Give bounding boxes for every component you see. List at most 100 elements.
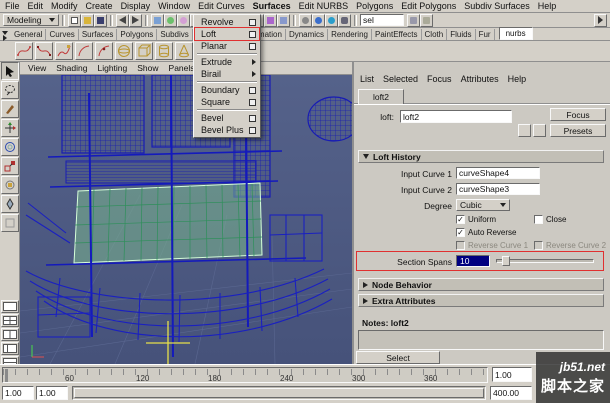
option-box-icon[interactable] — [249, 18, 256, 26]
universal-manip-tool-icon[interactable] — [1, 176, 19, 194]
render-globals-icon[interactable] — [338, 13, 351, 27]
loft-name-field[interactable]: loft2 — [400, 110, 512, 123]
shelf-tab-fur[interactable]: Fur — [476, 29, 495, 40]
separator[interactable] — [145, 14, 148, 26]
show-manip-tool-icon[interactable] — [1, 195, 19, 213]
select-component-icon[interactable] — [177, 13, 190, 27]
menu-polygons[interactable]: Polygons — [356, 1, 393, 11]
lasso-tool-icon[interactable] — [1, 81, 19, 99]
shelf-tab-curves[interactable]: Curves — [46, 29, 79, 40]
menu-display[interactable]: Display — [121, 1, 151, 11]
select-hierarchy-icon[interactable] — [151, 13, 164, 27]
ae-pin-icon[interactable] — [518, 124, 531, 137]
focus-button[interactable]: Focus — [550, 108, 606, 121]
section-spans-field[interactable]: 10 — [456, 255, 490, 267]
menu-set-dropdown[interactable]: Modeling — [3, 14, 59, 26]
shelf-tab-cloth[interactable]: Cloth — [422, 29, 448, 40]
last-tool-icon[interactable] — [1, 214, 19, 232]
input-curve-2-field[interactable]: curveShape3 — [456, 183, 540, 195]
shelf-tab-surfaces[interactable]: Surfaces — [79, 29, 118, 40]
menu-item-loft[interactable]: Loft — [194, 27, 260, 41]
list-input-icon[interactable] — [407, 13, 420, 27]
section-spans-slider-handle[interactable] — [502, 256, 510, 266]
viewport-canvas[interactable] — [19, 74, 361, 365]
menu-item-birail[interactable]: Birail — [195, 68, 259, 80]
time-slider[interactable]: 60 120 180 240 300 360 — [2, 367, 488, 383]
loft-history-section-header[interactable]: Loft History — [358, 150, 604, 163]
menu-file[interactable]: File — [5, 1, 20, 11]
shelf-tab-polygons[interactable]: Polygons — [117, 29, 158, 40]
shelf-arc-3point-icon[interactable] — [95, 42, 113, 60]
uniform-checkbox[interactable]: ✓ Uniform — [456, 215, 496, 224]
auto-reverse-checkbox[interactable]: ✓ Auto Reverse — [456, 228, 516, 237]
shelf-tab-fluids[interactable]: Fluids — [447, 29, 476, 40]
shelf-tab-dynamics[interactable]: Dynamics — [286, 29, 329, 40]
ae-menu-list[interactable]: List — [360, 74, 374, 84]
select-button[interactable]: Select — [356, 351, 440, 364]
new-scene-icon[interactable] — [68, 13, 81, 27]
shelf-tab-subdivs[interactable]: Subdivs — [157, 29, 193, 40]
open-scene-icon[interactable] — [81, 13, 94, 27]
separator[interactable] — [354, 14, 357, 26]
quick-select-field[interactable]: sel — [360, 14, 404, 26]
redo-icon[interactable] — [129, 13, 142, 27]
viewport-menu-lighting[interactable]: Lighting — [97, 63, 127, 73]
menu-edit-polygons[interactable]: Edit Polygons — [401, 1, 456, 11]
menu-create[interactable]: Create — [86, 1, 113, 11]
ae-menu-selected[interactable]: Selected — [383, 74, 418, 84]
separator[interactable] — [293, 14, 296, 26]
menu-edit-nurbs[interactable]: Edit NURBS — [299, 1, 349, 11]
menu-modify[interactable]: Modify — [51, 1, 78, 11]
shelf-nurbs-cube-icon[interactable] — [135, 42, 153, 60]
shelf-cv-curve-icon[interactable] — [15, 42, 33, 60]
separator[interactable] — [62, 14, 65, 26]
degree-dropdown[interactable]: Cubic — [456, 199, 510, 211]
input-curve-1-field[interactable]: curveShape4 — [456, 167, 540, 179]
construction-history-icon[interactable] — [299, 13, 312, 27]
collapse-statusline-icon[interactable] — [594, 13, 607, 27]
range-slider-track[interactable] — [72, 386, 486, 400]
ae-tab-loft2[interactable]: loft2 — [358, 89, 404, 104]
notes-area[interactable] — [358, 330, 604, 350]
shelf-tab-nurbs-active[interactable]: nurbs — [498, 27, 533, 40]
shelf-pencil-curve-icon[interactable] — [55, 42, 73, 60]
shelf-tab-painteffects[interactable]: PaintEffects — [372, 29, 422, 40]
snap-plane-icon[interactable] — [264, 13, 277, 27]
close-checkbox[interactable]: Close — [534, 215, 566, 224]
viewport-menu-shading[interactable]: Shading — [56, 63, 87, 73]
show-manipulator-icon[interactable] — [420, 13, 433, 27]
ae-menu-focus[interactable]: Focus — [427, 74, 452, 84]
move-tool-icon[interactable] — [1, 119, 19, 137]
presets-button[interactable]: Presets — [550, 124, 606, 137]
render-current-frame-icon[interactable] — [312, 13, 325, 27]
menu-help[interactable]: Help — [538, 1, 557, 11]
shelf-nurbs-sphere-icon[interactable] — [115, 42, 133, 60]
viewport-menu-panels[interactable]: Panels — [169, 63, 195, 73]
menu-item-planar[interactable]: Planar — [195, 40, 259, 52]
extra-attributes-section-header[interactable]: Extra Attributes — [358, 294, 604, 307]
shelf-tab-general[interactable]: General — [11, 29, 47, 40]
layout-two-pane-icon[interactable] — [1, 328, 19, 341]
menu-surfaces[interactable]: Surfaces — [253, 1, 291, 11]
snap-view-icon[interactable] — [277, 13, 290, 27]
ae-expand-icon[interactable] — [533, 124, 546, 137]
layout-persp-outliner-icon[interactable] — [1, 342, 19, 355]
option-box-icon[interactable] — [249, 98, 256, 106]
range-slider-thumb[interactable] — [74, 388, 484, 398]
ipr-render-icon[interactable] — [325, 13, 338, 27]
menu-item-boundary[interactable]: Boundary — [195, 84, 259, 96]
anim-start-field[interactable]: 1.00 — [2, 386, 34, 400]
playback-end-field[interactable]: 400.00 — [490, 386, 532, 400]
separator[interactable] — [110, 14, 113, 26]
save-scene-icon[interactable] — [94, 13, 107, 27]
menu-item-extrude[interactable]: Extrude — [195, 56, 259, 68]
viewport-menu-view[interactable]: View — [28, 63, 46, 73]
playback-start-field[interactable]: 1.00 — [36, 386, 68, 400]
option-box-icon[interactable] — [249, 126, 256, 134]
menu-window[interactable]: Window — [158, 1, 190, 11]
option-box-icon[interactable] — [249, 30, 256, 38]
node-behavior-section-header[interactable]: Node Behavior — [358, 278, 604, 291]
shelf-tab-rendering[interactable]: Rendering — [328, 29, 372, 40]
menu-edit-curves[interactable]: Edit Curves — [198, 1, 245, 11]
option-box-icon[interactable] — [249, 42, 256, 50]
